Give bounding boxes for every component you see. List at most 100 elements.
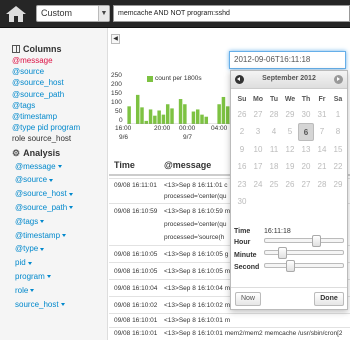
histogram-bar[interactable] xyxy=(200,114,204,124)
calendar-day[interactable]: 28 xyxy=(266,106,282,123)
column-item[interactable]: @tags xyxy=(12,100,107,111)
histogram-bar[interactable] xyxy=(217,104,221,124)
calendar-day[interactable]: 10 xyxy=(250,141,266,158)
calendar-day[interactable]: 29 xyxy=(282,106,298,123)
calendar-day[interactable]: 2 xyxy=(234,123,250,140)
analysis-field-dropdown[interactable]: @source_path xyxy=(12,201,107,215)
calendar-day[interactable]: 3 xyxy=(250,123,266,140)
calendar-day-selected[interactable]: 6 xyxy=(298,123,314,141)
analysis-field-dropdown[interactable]: @tags xyxy=(12,215,107,229)
calendar-day[interactable]: 18 xyxy=(266,158,282,175)
histogram-bar[interactable] xyxy=(221,96,226,124)
calendar-day xyxy=(266,193,282,210)
calendar-day[interactable]: 26 xyxy=(234,106,250,123)
table-row[interactable]: 09/08 16:10:01 <13>Sep 8 16:10:01 mem2/m… xyxy=(109,327,350,340)
histogram-bar[interactable] xyxy=(161,114,166,124)
top-bar: Custom ▼ memcache AND NOT program:sshd xyxy=(0,0,350,28)
analysis-field-dropdown[interactable]: @type xyxy=(12,242,107,256)
caret-down-icon xyxy=(60,302,65,306)
analysis-field-dropdown[interactable]: role xyxy=(12,284,107,298)
chart-legend: count per 1800s xyxy=(147,75,202,82)
analysis-field-dropdown[interactable]: @source xyxy=(12,173,107,187)
histogram-bar[interactable] xyxy=(183,104,187,124)
calendar-day[interactable]: 22 xyxy=(330,158,346,175)
collapse-sidebar-button[interactable]: ◀ xyxy=(111,34,120,44)
second-slider[interactable] xyxy=(264,260,344,272)
analysis-field-dropdown[interactable]: pid xyxy=(12,256,107,270)
next-month-icon[interactable] xyxy=(334,75,343,84)
calendar-day[interactable]: 29 xyxy=(330,176,346,193)
second-slider-handle[interactable] xyxy=(286,260,295,272)
column-item[interactable]: role source_host xyxy=(12,133,107,144)
calendar-day[interactable]: 17 xyxy=(250,158,266,175)
column-item[interactable]: @message xyxy=(12,55,107,66)
calendar-day[interactable]: 13 xyxy=(298,141,314,158)
histogram-bar[interactable] xyxy=(204,116,209,124)
table-row[interactable]: 09/08 16:10:01 <13>Sep 8 16:10:01 m xyxy=(109,313,350,327)
calendar-day[interactable]: 26 xyxy=(282,176,298,193)
home-button[interactable] xyxy=(4,3,28,25)
analysis-field-dropdown[interactable]: @message xyxy=(12,160,107,174)
calendar-day[interactable]: 7 xyxy=(314,123,330,140)
calendar-day[interactable]: 12 xyxy=(282,141,298,158)
calendar-day[interactable]: 20 xyxy=(298,158,314,175)
histogram-bar[interactable] xyxy=(148,109,153,124)
message-column-header[interactable]: @message xyxy=(164,160,211,170)
column-item[interactable]: @timestamp xyxy=(12,111,107,122)
caret-down-icon xyxy=(69,206,74,210)
calendar-day[interactable]: 1 xyxy=(330,106,346,123)
calendar-day[interactable]: 30 xyxy=(298,106,314,123)
calendar-day[interactable]: 19 xyxy=(282,158,298,175)
histogram-bar[interactable] xyxy=(225,106,230,124)
histogram-bar[interactable] xyxy=(144,120,149,124)
histogram-bar[interactable] xyxy=(178,99,183,124)
column-item[interactable]: @source_host xyxy=(12,77,107,88)
calendar-day[interactable]: 5 xyxy=(282,123,298,140)
analysis-field-dropdown[interactable]: source_host xyxy=(12,298,107,312)
datetime-input[interactable]: 2012-09-06T16:11:18 xyxy=(229,51,346,69)
histogram-bar[interactable] xyxy=(195,109,200,124)
calendar-day[interactable]: 30 xyxy=(234,193,250,210)
calendar-day[interactable]: 28 xyxy=(314,176,330,193)
analysis-field-dropdown[interactable]: @timestamp xyxy=(12,229,107,243)
calendar-day[interactable]: 23 xyxy=(234,176,250,193)
calendar-day[interactable]: 15 xyxy=(330,141,346,158)
histogram-bar[interactable] xyxy=(153,115,157,124)
calendar-day[interactable]: 27 xyxy=(298,176,314,193)
column-item[interactable]: @source_path xyxy=(12,89,107,100)
calendar-day[interactable]: 14 xyxy=(314,141,330,158)
histogram-bar[interactable] xyxy=(191,111,196,124)
histogram-bar[interactable] xyxy=(165,104,170,124)
column-item[interactable]: @source xyxy=(12,66,107,77)
histogram-bar[interactable] xyxy=(170,108,174,124)
calendar-day[interactable]: 21 xyxy=(314,158,330,175)
histogram-bar[interactable] xyxy=(157,110,161,124)
histogram-bar[interactable] xyxy=(135,94,140,124)
minute-slider-handle[interactable] xyxy=(277,247,287,259)
second-label: Second xyxy=(234,264,260,271)
calendar-day[interactable]: 11 xyxy=(266,141,282,158)
histogram-bar[interactable] xyxy=(127,106,131,124)
analysis-field-dropdown[interactable]: program xyxy=(12,270,107,284)
calendar-day[interactable]: 8 xyxy=(330,123,346,140)
caret-down-icon xyxy=(49,178,54,182)
x-tick-label: 20:00 xyxy=(154,125,171,132)
now-button[interactable]: Now xyxy=(235,292,261,306)
calendar-day[interactable]: 16 xyxy=(234,158,250,175)
calendar-day[interactable]: 25 xyxy=(266,176,282,193)
calendar-day[interactable]: 24 xyxy=(250,176,266,193)
calendar-day[interactable]: 27 xyxy=(250,106,266,123)
calendar-day[interactable]: 9 xyxy=(234,141,250,158)
column-item[interactable]: @type pid program xyxy=(12,122,107,133)
calendar-day[interactable]: 31 xyxy=(314,106,330,123)
hour-slider[interactable] xyxy=(264,235,344,247)
calendar-day[interactable]: 4 xyxy=(266,123,282,140)
time-range-select[interactable]: Custom ▼ xyxy=(36,5,110,22)
done-button[interactable]: Done xyxy=(314,292,344,306)
hour-slider-handle[interactable] xyxy=(311,235,321,247)
histogram-bar[interactable] xyxy=(140,107,144,124)
search-query-input[interactable]: memcache AND NOT program:sshd xyxy=(113,5,350,22)
time-column-header[interactable]: Time xyxy=(114,160,135,170)
minute-slider[interactable] xyxy=(264,247,344,259)
analysis-field-dropdown[interactable]: @source_host xyxy=(12,187,107,201)
